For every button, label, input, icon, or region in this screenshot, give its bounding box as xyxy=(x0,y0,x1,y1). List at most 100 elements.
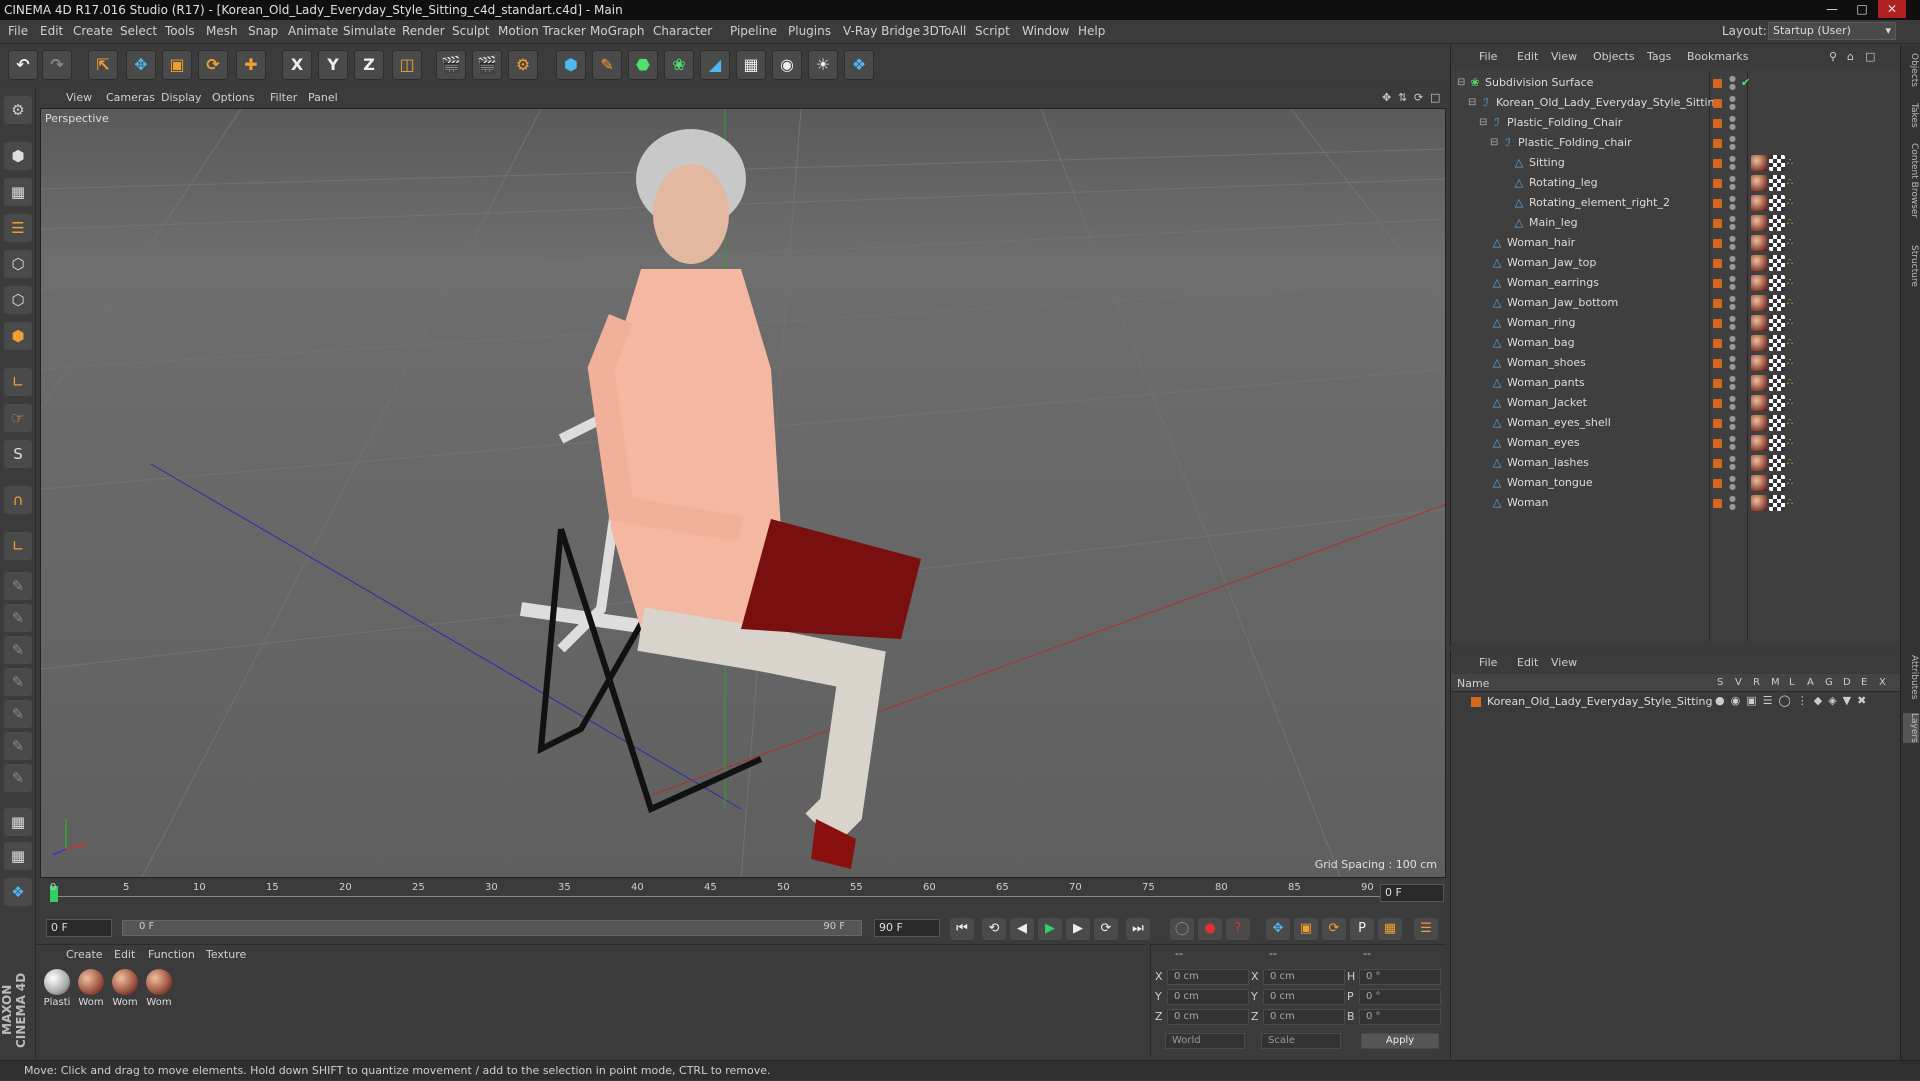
object-row[interactable]: ❀ ⊟ Subdivision Surface ● ● ✔ xyxy=(1451,73,1901,93)
object-row[interactable]: △ Woman_pants ● ● ∴ xyxy=(1451,373,1901,393)
texture-tag-icon[interactable] xyxy=(1769,195,1785,211)
python-script-icon[interactable]: ❖ xyxy=(4,878,32,906)
object-row[interactable]: △ Woman_Jaw_top ● ● ∴ xyxy=(1451,253,1901,273)
magnet-icon[interactable]: ∩ xyxy=(4,486,32,514)
layer-column-header[interactable]: X xyxy=(1879,677,1886,688)
texture-mode-icon[interactable]: ▦ xyxy=(4,178,32,206)
timeline-ruler[interactable]: 0 5 10 15 20 25 30 35 40 45 50 55 60 65 … xyxy=(40,880,1446,914)
tab-content-browser[interactable]: Content Browser xyxy=(1903,143,1919,218)
end-frame-field[interactable]: 90 F xyxy=(874,919,940,937)
selection-tag-icon[interactable]: ∴ xyxy=(1787,255,1799,271)
redo-icon[interactable]: ↷ xyxy=(42,50,72,80)
current-frame-field[interactable]: 0 F xyxy=(1380,884,1444,902)
subdivision-icon[interactable]: ⬣ xyxy=(628,50,658,80)
object-row[interactable]: ℐ ⊟ Korean_Old_Lady_Everyday_Style_Sitting… xyxy=(1451,93,1901,113)
camera-icon[interactable]: ◉ xyxy=(772,50,802,80)
object-row[interactable]: △ Main_leg ● ● ∴ xyxy=(1451,213,1901,233)
texture-tag-icon[interactable] xyxy=(1769,155,1785,171)
visibility-dots[interactable]: ● ● xyxy=(1729,175,1736,191)
selection-tag-icon[interactable]: ∴ xyxy=(1787,475,1799,491)
collapse-icon[interactable]: ⊟ xyxy=(1490,133,1498,153)
layer-row[interactable]: Korean_Old_Lady_Everyday_Style_Sitting ●… xyxy=(1451,692,1901,712)
objmgr-menu-view[interactable]: View xyxy=(1551,50,1577,63)
menu-script[interactable]: Script xyxy=(975,24,1010,38)
material-tag-icon[interactable] xyxy=(1751,255,1767,271)
undo-icon[interactable]: ↶ xyxy=(8,50,38,80)
close-icon[interactable]: ✕ xyxy=(1878,0,1906,18)
maximize-view-icon[interactable]: □ xyxy=(1430,91,1440,104)
menu-render[interactable]: Render xyxy=(402,24,445,38)
layer-color-swatch[interactable] xyxy=(1471,697,1481,707)
object-row[interactable]: ℐ ⊟ Plastic_Folding_Chair ● ● xyxy=(1451,113,1901,133)
record-icon[interactable]: ● xyxy=(1198,918,1222,940)
polygons-mode-icon[interactable]: ⬢ xyxy=(4,322,32,350)
layer-column-header[interactable]: L xyxy=(1789,677,1795,688)
pan-icon[interactable]: ✥ xyxy=(1382,91,1391,104)
layer-column-header[interactable]: R xyxy=(1753,677,1760,688)
scale-icon[interactable]: ▣ xyxy=(162,50,192,80)
material-swatch[interactable]: Wom xyxy=(110,969,140,1008)
layer-toggle-icons[interactable]: ●◉▣☰◯⋮◆◈▼✖ xyxy=(1715,694,1872,707)
next-key-icon[interactable]: ⟳ xyxy=(1094,918,1118,940)
selection-tag-icon[interactable]: ∴ xyxy=(1787,375,1799,391)
key-pla-icon[interactable]: ▦ xyxy=(1378,918,1402,940)
texture-tag-icon[interactable] xyxy=(1769,375,1785,391)
texture-tag-icon[interactable] xyxy=(1769,275,1785,291)
workplane-icon[interactable]: ☰ xyxy=(4,214,32,242)
menu-file[interactable]: File xyxy=(8,24,28,38)
visibility-dots[interactable]: ● ● xyxy=(1729,195,1736,211)
coord-mode-dropdown[interactable]: World xyxy=(1165,1033,1245,1049)
menu-mograph[interactable]: MoGraph xyxy=(590,24,645,38)
visibility-dots[interactable]: ● ● xyxy=(1729,235,1736,251)
layer-color-swatch[interactable] xyxy=(1713,419,1722,428)
collapse-icon[interactable]: ⊟ xyxy=(1479,113,1487,133)
coordinate-system-icon[interactable]: ◫ xyxy=(392,50,422,80)
visibility-dots[interactable]: ● ● xyxy=(1729,155,1736,171)
visibility-dots[interactable]: ● ● xyxy=(1729,475,1736,491)
material-menu-function[interactable]: Function xyxy=(148,948,195,961)
object-row[interactable]: △ Woman_ring ● ● ∴ xyxy=(1451,313,1901,333)
menu-tools[interactable]: Tools xyxy=(165,24,195,38)
texture-tag-icon[interactable] xyxy=(1769,175,1785,191)
menu-help[interactable]: Help xyxy=(1078,24,1105,38)
selection-tag-icon[interactable]: ∴ xyxy=(1787,415,1799,431)
object-row[interactable]: △ Woman_shoes ● ● ∴ xyxy=(1451,353,1901,373)
material-tag-icon[interactable] xyxy=(1751,215,1767,231)
material-swatch[interactable]: Wom xyxy=(76,969,106,1008)
visibility-dots[interactable]: ● ● xyxy=(1729,335,1736,351)
layer-column-header[interactable]: E xyxy=(1861,677,1867,688)
objmgr-menu-edit[interactable]: Edit xyxy=(1517,50,1538,63)
next-frame-icon[interactable]: ▶ xyxy=(1066,918,1090,940)
pos-y-field[interactable]: 0 cm xyxy=(1167,989,1249,1005)
selection-tag-icon[interactable]: ∴ xyxy=(1787,295,1799,311)
selection-tag-icon[interactable]: ∴ xyxy=(1787,175,1799,191)
layer-color-swatch[interactable] xyxy=(1713,359,1722,368)
viewport-menu-cameras[interactable]: Cameras xyxy=(106,91,155,104)
object-row[interactable]: △ Woman_eyes ● ● ∴ xyxy=(1451,433,1901,453)
goto-end-icon[interactable]: ⏭ xyxy=(1126,918,1150,940)
texture-lock-icon[interactable]: ▦ xyxy=(4,842,32,870)
object-row[interactable]: △ Woman_Jaw_bottom ● ● ∴ xyxy=(1451,293,1901,313)
render-settings-icon[interactable]: ⚙ xyxy=(508,50,538,80)
light-icon[interactable]: ☀ xyxy=(808,50,838,80)
sculpt-brush-4-icon[interactable]: ✎ xyxy=(4,668,32,696)
texture-tag-icon[interactable] xyxy=(1769,215,1785,231)
visibility-dots[interactable]: ● ● xyxy=(1729,315,1736,331)
range-slider[interactable]: 0 F 90 F xyxy=(122,920,862,936)
y-axis-icon[interactable]: Y xyxy=(318,50,348,80)
object-tree[interactable]: ❀ ⊟ Subdivision Surface ● ● ✔ ℐ ⊟ Korean_Old_Lad… xyxy=(1451,71,1901,641)
keyframe-selection-icon[interactable]: ◯ xyxy=(1170,918,1194,940)
visibility-dots[interactable]: ● ● xyxy=(1729,375,1736,391)
material-swatch[interactable]: Plasti xyxy=(42,969,72,1008)
maximize-icon[interactable]: □ xyxy=(1848,0,1876,18)
sculpt-brush-1-icon[interactable]: ✎ xyxy=(4,572,32,600)
layer-color-swatch[interactable] xyxy=(1713,159,1722,168)
selection-tag-icon[interactable]: ∴ xyxy=(1787,275,1799,291)
layer-color-swatch[interactable] xyxy=(1713,299,1722,308)
key-rotation-icon[interactable]: ⟳ xyxy=(1322,918,1346,940)
points-mode-icon[interactable]: ⬡ xyxy=(4,250,32,278)
minimize-icon[interactable]: — xyxy=(1818,0,1846,18)
texture-tag-icon[interactable] xyxy=(1769,495,1785,511)
layer-color-swatch[interactable] xyxy=(1713,379,1722,388)
object-row[interactable]: △ Rotating_element_right_2 ● ● ∴ xyxy=(1451,193,1901,213)
